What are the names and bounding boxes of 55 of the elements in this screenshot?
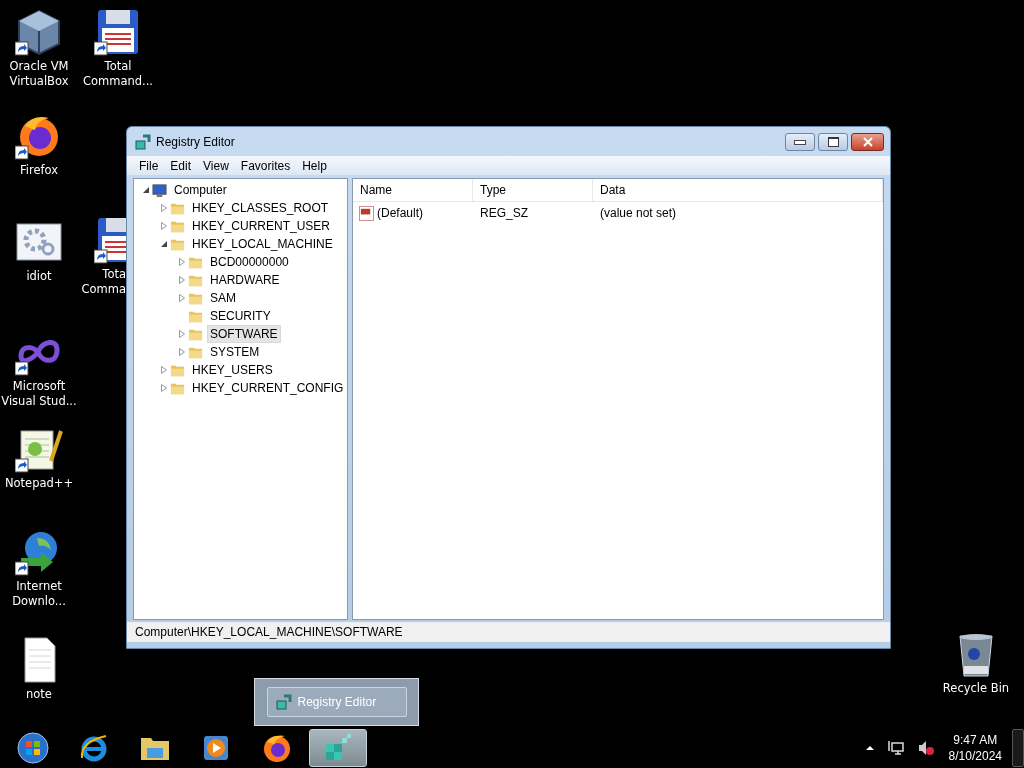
network-icon[interactable] <box>886 740 905 756</box>
tree-item[interactable]: HKEY_CURRENT_CONFIG <box>189 379 347 397</box>
tree-item[interactable]: HARDWARE <box>207 271 283 289</box>
status-bar: Computer\HKEY_LOCAL_MACHINE\SOFTWARE <box>127 622 890 642</box>
clock-date: 8/10/2024 <box>948 748 1002 764</box>
menu-item[interactable]: File <box>133 158 165 173</box>
tree-item[interactable]: HKEY_CLASSES_ROOT <box>189 199 332 217</box>
close-icon <box>862 137 873 147</box>
start-orb-icon <box>17 732 49 764</box>
icon-label[interactable]: idiot <box>26 269 52 284</box>
cube-icon[interactable] <box>15 8 63 56</box>
string-value-icon <box>359 205 374 221</box>
tree-item[interactable]: HKEY_LOCAL_MACHINE <box>189 235 336 253</box>
table-cell: (Default) <box>377 206 423 220</box>
icon-label[interactable]: Microsoft Visual Stud... <box>1 379 77 409</box>
expander-icon[interactable] <box>160 240 168 248</box>
tree-item[interactable]: HKEY_USERS <box>189 361 276 379</box>
menu-item[interactable]: Edit <box>164 158 198 173</box>
clock-time: 9:47 AM <box>953 732 998 748</box>
tree-item[interactable]: HKEY_CURRENT_USER <box>189 217 334 235</box>
window-title: Registry Editor <box>156 134 235 149</box>
muted-speaker-icon[interactable] <box>916 740 935 756</box>
floppy-disk-icon[interactable] <box>94 216 126 264</box>
menu-item[interactable]: View <box>197 158 235 173</box>
registry-icon <box>135 133 151 150</box>
icon-label[interactable]: Recycle Bin <box>942 681 1010 696</box>
column-header[interactable]: Type <box>473 179 593 201</box>
icon-label[interactable]: Notepad++ <box>4 476 74 491</box>
preview-title: Registry Editor <box>297 695 377 709</box>
table-cell-text: (value not set) <box>599 206 678 220</box>
menu-item[interactable]: Favorites <box>234 158 297 173</box>
tree-item[interactable]: SYSTEM <box>207 343 263 361</box>
icon-label[interactable]: Oracle VM VirtualBox <box>9 59 69 89</box>
tree-item[interactable]: SAM <box>207 289 239 307</box>
icon-label[interactable]: note <box>26 687 52 702</box>
icon-label[interactable]: Internet Downlo... <box>12 579 66 609</box>
column-header[interactable]: Name <box>353 179 473 201</box>
clock[interactable]: 9:47 AM 8/10/2024 <box>948 732 1002 764</box>
maximize-button[interactable] <box>818 133 848 151</box>
icon-label[interactable]: Total Command... <box>82 59 154 89</box>
menu-item[interactable]: Help <box>296 158 333 173</box>
computer-icon <box>152 182 167 198</box>
tree-item[interactable]: Computer <box>171 181 230 199</box>
minimize-button[interactable] <box>785 133 815 151</box>
show-hidden-icons-icon[interactable] <box>864 743 875 753</box>
close-button[interactable] <box>851 133 884 151</box>
column-header[interactable]: Data <box>593 179 883 201</box>
icon-label[interactable]: Tota Comma <box>81 267 126 297</box>
expander-icon[interactable] <box>142 186 150 194</box>
tree-item[interactable]: SECURITY <box>207 307 274 325</box>
tree-item[interactable]: BCD00000000 <box>207 253 292 271</box>
tree-item[interactable]: SOFTWARE <box>207 325 281 343</box>
registry-icon <box>275 694 292 710</box>
icon-label[interactable]: Firefox <box>19 163 59 178</box>
table-cell-text: REG_SZ <box>479 206 529 220</box>
